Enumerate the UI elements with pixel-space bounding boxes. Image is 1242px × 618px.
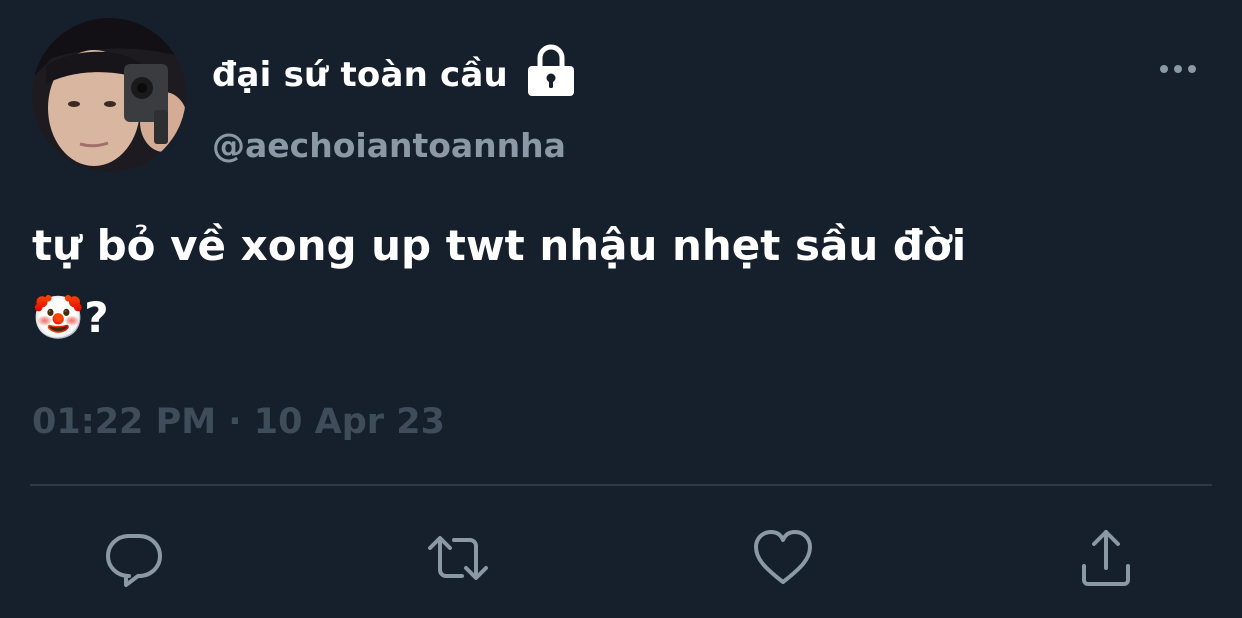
- lock-icon: [522, 40, 580, 98]
- tweet-text: tự bỏ về xong up twt nhậu nhẹt sầu đời 🤡…: [32, 221, 967, 342]
- user-name-row: đại sứ toàn cầu: [212, 40, 580, 110]
- share-button[interactable]: [1074, 526, 1138, 590]
- divider: [30, 484, 1212, 486]
- tweet-timestamp[interactable]: 01:22 PM · 10 Apr 23: [32, 402, 445, 442]
- display-name[interactable]: đại sứ toàn cầu: [212, 55, 508, 95]
- more-horizontal-icon[interactable]: [1156, 54, 1200, 84]
- avatar[interactable]: [32, 18, 186, 172]
- retweet-icon: [428, 536, 488, 580]
- heart-icon: [754, 530, 812, 584]
- tweet-detail: đại sứ toàn cầu @aechoiantoannha tự bỏ v…: [0, 0, 1242, 618]
- retweet-button[interactable]: [426, 526, 490, 590]
- user-handle[interactable]: @aechoiantoannha: [212, 126, 566, 165]
- like-button[interactable]: [751, 526, 815, 590]
- share-icon: [1082, 530, 1130, 586]
- reply-button[interactable]: [102, 526, 166, 590]
- reply-icon: [106, 534, 162, 587]
